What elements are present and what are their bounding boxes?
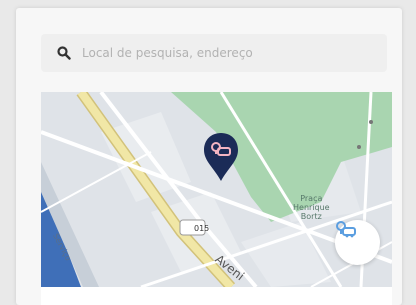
road-shield-label: 015: [194, 224, 210, 233]
bottom-panel: [41, 287, 392, 305]
location-pin-marker[interactable]: [202, 131, 240, 183]
search-input[interactable]: [82, 46, 352, 60]
search-bar[interactable]: [41, 34, 387, 72]
location-pin-icon: [336, 221, 356, 238]
search-icon: [56, 45, 72, 61]
plaza-label-line: Henrique: [293, 203, 330, 212]
map-view[interactable]: 015 Praça Henrique Bortz Aveni Serviço: [41, 92, 392, 287]
current-location-button[interactable]: [335, 220, 380, 265]
plaza-label-line: Bortz: [300, 212, 322, 221]
plaza-label-line: Praça: [300, 194, 323, 203]
plaza-label: Praça Henrique Bortz: [293, 194, 330, 221]
